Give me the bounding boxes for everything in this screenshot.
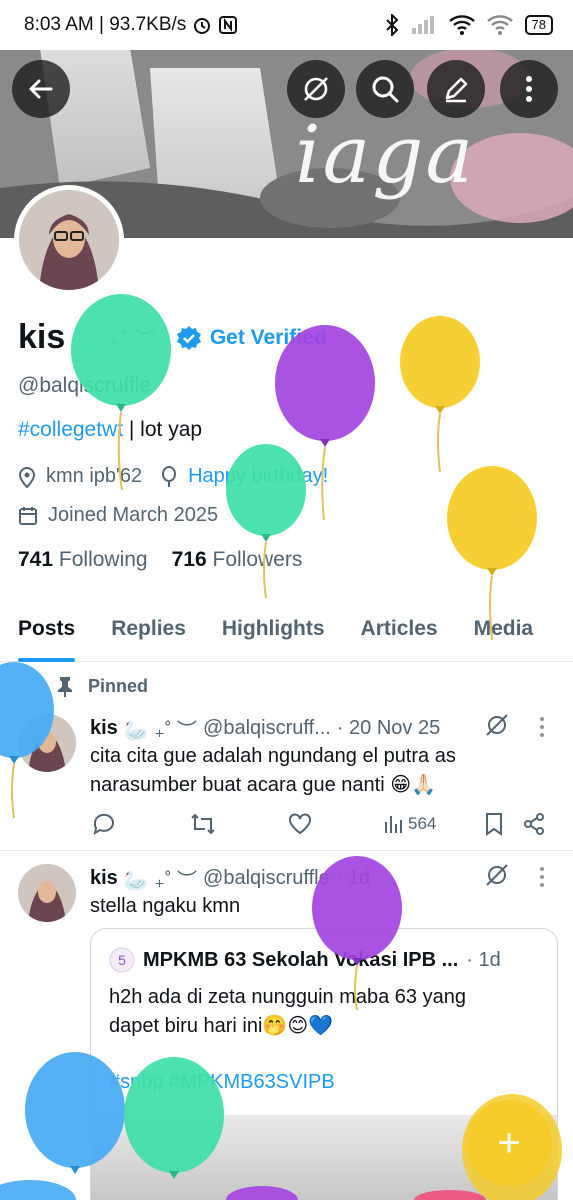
post-text-line: cita cita gue adalah ngundang el putra a… — [90, 745, 456, 767]
profile-handle: @balqiscruffle — [18, 374, 151, 397]
followers-link[interactable]: 716 Followers — [172, 548, 303, 572]
banner-text: iaga — [295, 108, 476, 201]
calendar-icon — [19, 506, 37, 525]
post-header: kis 🦢 ₊˚ ︶ @balqiscruffle · 1d — [90, 864, 370, 893]
back-arrow-icon — [29, 79, 53, 99]
post-text-line: narasumber buat acara gue nanti 😁🙏🏻 — [90, 774, 436, 796]
following-count: 741 — [18, 548, 54, 571]
balloon-icon — [162, 465, 177, 487]
grok-icon[interactable] — [484, 712, 510, 738]
grok-icon[interactable] — [484, 862, 510, 888]
location-text: kmn ipb'62 — [46, 465, 143, 487]
tab-highlights[interactable]: Highlights — [204, 600, 343, 662]
more-options-button[interactable] — [500, 60, 558, 118]
post-time: · 20 Nov 25 — [336, 717, 441, 739]
name-decoration: 🦢 ₊˚ ︶ — [75, 326, 156, 352]
get-verified-label: Get Verified — [209, 325, 327, 349]
more-vertical-icon[interactable] — [538, 716, 546, 738]
post-text: stella ngaku kmn — [90, 895, 241, 917]
post-author-handle: @balqiscruffle — [203, 867, 330, 889]
following-link[interactable]: 741 Following — [18, 548, 148, 572]
alarm-icon — [194, 18, 211, 34]
wifi-icon — [486, 15, 513, 35]
post-text: cita cita gue adalah ngundang el putra a… — [90, 742, 456, 800]
balloon-icon — [400, 316, 480, 473]
bookmark-icon[interactable] — [484, 812, 504, 836]
quote-time: · 1d — [466, 948, 501, 971]
pinned-indicator: Pinned — [58, 676, 148, 697]
followers-label: Followers — [212, 548, 303, 571]
like-icon[interactable] — [288, 812, 312, 836]
bio-hashtag[interactable]: #collegetwt — [18, 418, 123, 441]
quote-text: h2h ada di zeta nungguin maba 63 yang da… — [109, 983, 466, 1041]
edit-profile-button[interactable] — [427, 60, 485, 118]
avatar: 5 — [109, 947, 135, 973]
edit-icon — [445, 77, 468, 103]
post-actions: 564 — [90, 810, 550, 838]
quote-hashtags[interactable]: #snbp #MPKMB63SVIPB — [109, 1071, 335, 1094]
views-icon[interactable] — [384, 814, 404, 834]
quote-text-line: h2h ada di zeta nungguin maba 63 yang — [109, 986, 466, 1008]
svg-text:5: 5 — [118, 952, 126, 968]
profile-meta-joined: Joined March 2025 — [18, 504, 218, 527]
joined-date: Joined March 2025 — [48, 504, 219, 526]
bluetooth-icon — [385, 14, 398, 36]
grok-icon — [304, 77, 328, 101]
wifi-icon — [448, 15, 475, 35]
quote-author-name: MPKMB 63 Sekolah Vokasi IPB ... — [143, 948, 459, 971]
signal-icon — [411, 16, 434, 34]
followers-count: 716 — [171, 548, 207, 571]
profile-name-row: kis 🦢 ₊˚ ︶ Get Verified — [18, 318, 327, 357]
post-header: kis 🦢 ₊˚ ︶ @balqiscruff... · 20 Nov 25 — [90, 714, 440, 743]
more-vertical-icon — [526, 76, 532, 102]
post-author-deco: 🦢 ₊˚ ︶ — [123, 720, 198, 742]
bio-text: | lot yap — [123, 418, 203, 441]
grok-button[interactable] — [287, 60, 345, 118]
following-label: Following — [58, 548, 148, 571]
reply-icon[interactable] — [92, 812, 116, 836]
views-count: 564 — [408, 814, 437, 833]
compose-button[interactable]: + — [466, 1100, 552, 1186]
avatar[interactable] — [18, 864, 76, 922]
quote-text-line: dapet biru hari ini🤭😊💙 — [109, 1015, 334, 1037]
profile-meta-location: kmn ipb'62 Happy birthday! — [18, 465, 328, 488]
profile-tabs: Posts Replies Highlights Articles Media — [0, 600, 573, 662]
post-author-name: kis — [90, 867, 118, 889]
post-author-deco: 🦢 ₊˚ ︶ — [123, 870, 198, 892]
tab-replies[interactable]: Replies — [93, 600, 204, 662]
pinned-label: Pinned — [88, 676, 149, 696]
status-bar: 8:03 AM | 93.7KB/s 78 — [0, 0, 573, 50]
profile-avatar[interactable] — [14, 185, 124, 295]
nfc-icon — [219, 16, 238, 34]
post-author-handle: @balqiscruff... — [203, 717, 331, 739]
more-vertical-icon[interactable] — [538, 866, 546, 888]
battery-indicator: 78 — [524, 15, 553, 35]
tab-posts[interactable]: Posts — [0, 600, 93, 662]
share-icon[interactable] — [522, 812, 546, 836]
location-pin-icon — [18, 466, 36, 488]
avatar[interactable] — [18, 714, 76, 772]
get-verified-link[interactable]: Get Verified — [176, 325, 327, 351]
follow-stats: 741 Following 716 Followers — [18, 548, 302, 572]
tab-media[interactable]: Media — [456, 600, 552, 662]
repost-icon[interactable] — [190, 812, 216, 836]
divider — [0, 850, 573, 851]
profile-name: kis — [18, 318, 66, 356]
search-button[interactable] — [356, 60, 414, 118]
verified-badge-icon — [176, 325, 201, 350]
profile-bio: #collegetwt | lot yap — [18, 418, 202, 442]
search-icon — [372, 76, 399, 103]
quote-header: 5 MPKMB 63 Sekolah Vokasi IPB ... · 1d — [109, 947, 501, 973]
back-button[interactable] — [12, 60, 70, 118]
birthday-link[interactable]: Happy birthday! — [188, 465, 328, 488]
time-speed: 8:03 AM | 93.7KB/s — [24, 14, 187, 35]
pin-icon — [58, 676, 72, 697]
post-author-name: kis — [90, 717, 118, 739]
post-time: · 1d — [335, 867, 371, 889]
tab-articles[interactable]: Articles — [343, 600, 456, 662]
